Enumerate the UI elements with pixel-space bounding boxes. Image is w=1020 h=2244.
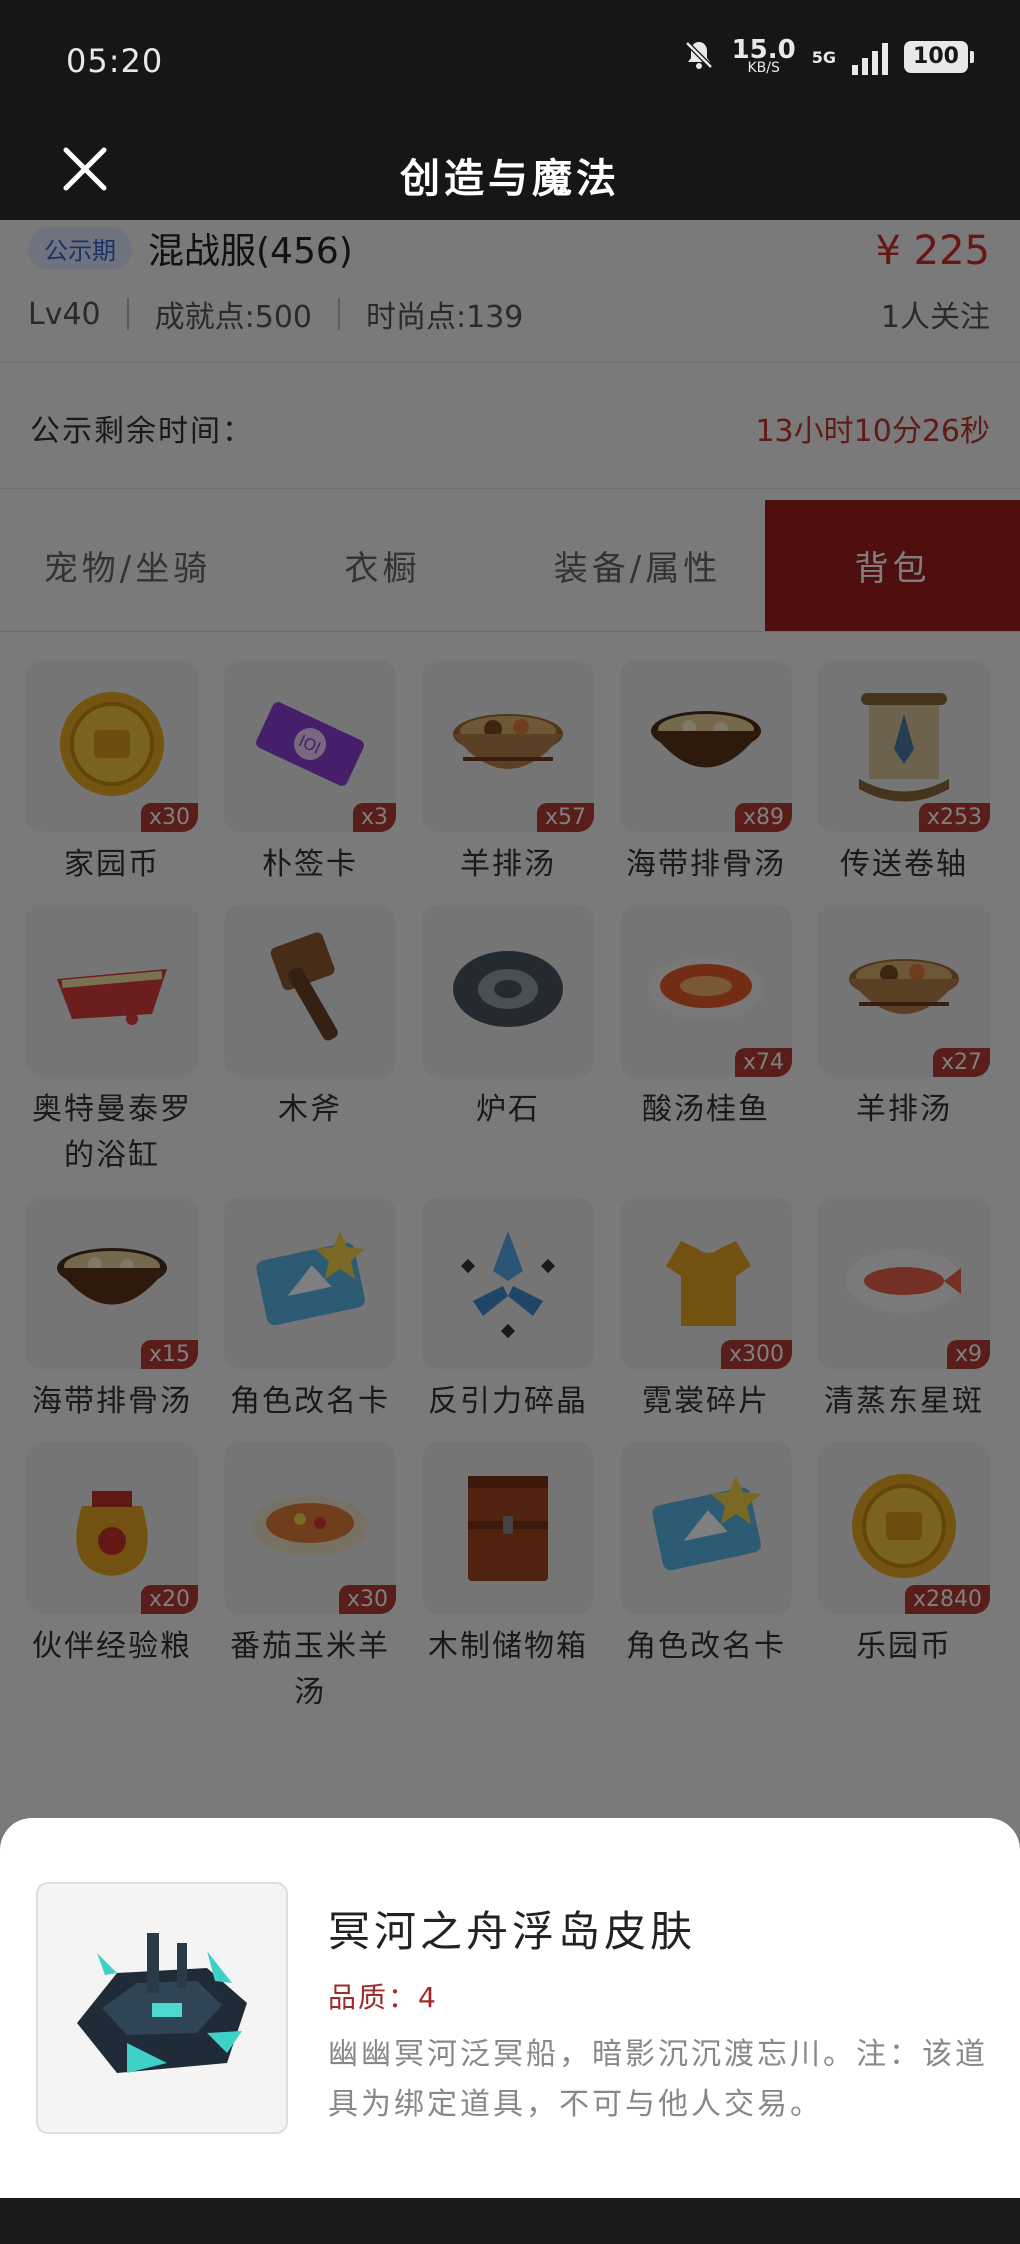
status-bar: 05:20 15.0 KB/S 5G 100	[0, 0, 1020, 120]
item-quality: 品质：4	[328, 1981, 438, 2014]
page-title: 创造与魔法	[400, 155, 620, 202]
net-speed: 15.0 KB/S	[731, 35, 796, 76]
battery-icon: 100	[904, 41, 974, 73]
item-thumbnail	[36, 1882, 288, 2134]
item-title: 冥河之舟浮岛皮肤	[328, 1907, 697, 1956]
network-type: 5G	[811, 47, 836, 67]
status-time: 05:20	[66, 42, 164, 80]
item-detail-sheet: 冥河之舟浮岛皮肤 品质：4 幽幽冥河泛冥船，暗影沉沉渡忘川。注：该道具为绑定道具…	[0, 1818, 1020, 2198]
nav-bar: 创造与魔法	[0, 120, 1020, 220]
signal-icon	[852, 39, 888, 75]
item-description: 幽幽冥河泛冥船，暗影沉沉渡忘川。注：该道具为绑定道具，不可与他人交易。	[328, 2037, 988, 2122]
system-nav-bar	[0, 2198, 1020, 2244]
status-icons: 15.0 KB/S 5G 100	[682, 35, 974, 76]
ghost-ship-icon	[77, 1933, 247, 2073]
mute-icon	[682, 38, 716, 76]
